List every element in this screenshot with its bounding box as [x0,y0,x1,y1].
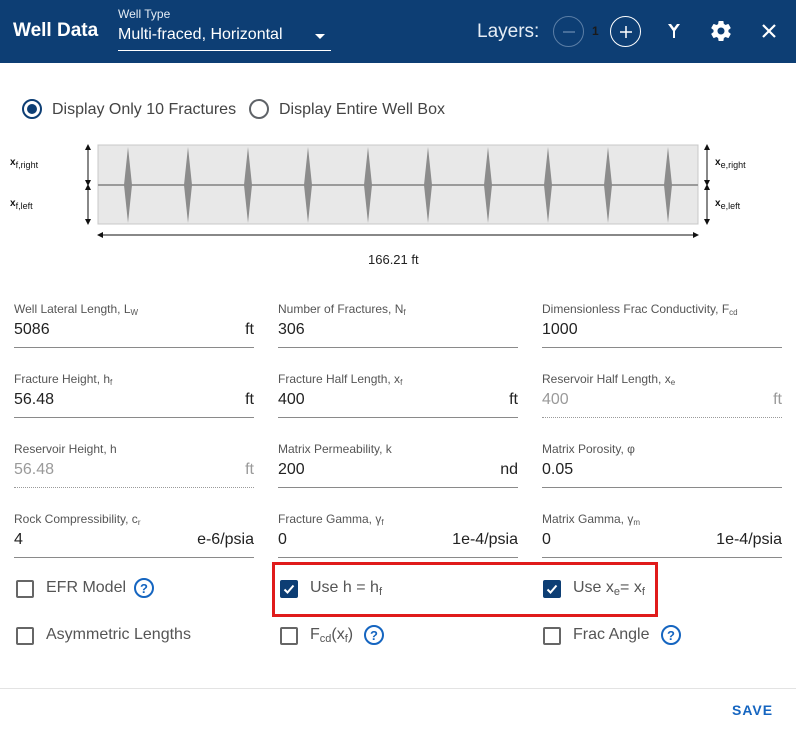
chevron-down-icon [315,34,325,39]
matrix-permeability-value[interactable]: 200 [278,461,305,479]
well-box-diagram: xf,right xf,left xe,right xe,left 166.21… [0,138,796,270]
fracture-height-value[interactable]: 56.48 [14,391,54,409]
rock-compressibility-value[interactable]: 4 [14,531,23,549]
well-lateral-length-value[interactable]: 5086 [14,321,50,339]
filter-icon[interactable] [662,19,686,43]
fracture-gamma-label: Fracture Gamma, γf [278,512,384,527]
matrix-porosity-value[interactable]: 0.05 [542,461,573,479]
frac-conductivity-field[interactable]: Dimensionless Frac Conductivity, Fcd 100… [542,302,782,350]
fracture-height-label: Fracture Height, hf [14,372,113,387]
matrix-permeability-unit: nd [500,461,518,478]
matrix-porosity-label: Matrix Porosity, φ [542,442,635,456]
matrix-permeability-field[interactable]: Matrix Permeability, k 200 nd [278,442,518,490]
minus-icon [563,31,575,33]
app-header: Well Data Well Type Multi-fraced, Horizo… [0,0,796,63]
rock-compressibility-unit: e-6/psia [197,531,254,548]
layers-count: 1 [592,24,599,38]
highlight-box [272,562,658,617]
asymmetric-lengths-checkbox[interactable] [16,627,34,645]
efr-model-checkbox[interactable] [16,580,34,598]
well-type-select[interactable]: Multi-fraced, Horizontal [118,24,331,51]
fracture-half-length-value[interactable]: 400 [278,391,305,409]
reservoir-half-length-label: Reservoir Half Length, xe [542,372,676,387]
number-of-fractures-field[interactable]: Number of Fractures, Nf 306 [278,302,518,350]
save-button[interactable]: SAVE [732,702,773,718]
reservoir-half-length-field: Reservoir Half Length, xe 400 ft [542,372,782,420]
efr-model-option[interactable]: EFR Model ? [16,578,166,602]
reservoir-height-unit: ft [245,461,254,478]
number-of-fractures-value[interactable]: 306 [278,321,305,339]
frac-conductivity-value[interactable]: 1000 [542,321,578,339]
frac-angle-option[interactable]: Frac Angle ? [543,625,683,649]
frac-angle-label: Frac Angle [573,626,650,643]
radio-display-entire-well[interactable] [249,99,269,119]
well-box-svg [85,144,710,238]
remove-layer-button[interactable] [553,16,584,47]
fcd-xf-checkbox[interactable] [280,627,298,645]
fracture-height-unit: ft [245,391,254,408]
fracture-half-length-label: Fracture Half Length, xf [278,372,403,387]
reservoir-height-label: Reservoir Height, h [14,442,117,456]
frac-conductivity-label: Dimensionless Frac Conductivity, Fcd [542,302,738,317]
display-10-fractures-label: Display Only 10 Fractures [52,101,237,118]
display-10-fractures-option[interactable]: Display Only 10 Fractures [22,99,252,123]
reservoir-height-field: Reservoir Height, h 56.48 ft [14,442,254,490]
efr-model-help-icon[interactable]: ? [134,578,154,598]
display-entire-well-label: Display Entire Well Box [279,101,445,118]
plus-icon [620,26,632,38]
frac-angle-help-icon[interactable]: ? [661,625,681,645]
matrix-gamma-unit: 1e-4/psia [716,531,782,548]
fcd-xf-label: Fcd(xf) [310,626,354,645]
matrix-gamma-value[interactable]: 0 [542,531,551,549]
dialog-title: Well Data [13,20,99,41]
number-of-fractures-label: Number of Fractures, Nf [278,302,406,317]
footer-divider [0,688,796,689]
fracture-gamma-field[interactable]: Fracture Gamma, γf 0 1e-4/psia [278,512,518,560]
reservoir-half-length-unit: ft [773,391,782,408]
asymmetric-lengths-option[interactable]: Asymmetric Lengths [16,625,206,649]
well-type-value: Multi-fraced, Horizontal [118,26,283,43]
matrix-porosity-field[interactable]: Matrix Porosity, φ 0.05 [542,442,782,490]
fracture-gamma-unit: 1e-4/psia [452,531,518,548]
well-lateral-length-label: Well Lateral Length, LW [14,302,139,317]
fcd-xf-help-icon[interactable]: ? [364,625,384,645]
well-lateral-length-unit: ft [245,321,254,338]
well-lateral-length-field[interactable]: Well Lateral Length, LW 5086 ft [14,302,254,350]
asymmetric-lengths-label: Asymmetric Lengths [46,626,191,643]
well-type-label: Well Type [118,7,171,21]
rock-compressibility-field[interactable]: Rock Compressibility, cr 4 e-6/psia [14,512,254,560]
rock-compressibility-label: Rock Compressibility, cr [14,512,141,527]
close-icon[interactable] [757,19,781,43]
fcd-xf-option[interactable]: Fcd(xf) ? [280,625,390,649]
fracture-gamma-value[interactable]: 0 [278,531,287,549]
fracture-half-length-unit: ft [509,391,518,408]
reservoir-height-value: 56.48 [14,461,55,478]
frac-angle-checkbox[interactable] [543,627,561,645]
box-width-label: 166.21 ft [368,252,419,267]
matrix-permeability-label: Matrix Permeability, k [278,442,392,456]
radio-display-10-fractures[interactable] [22,99,42,119]
reservoir-half-length-value: 400 [542,391,569,408]
fracture-half-length-field[interactable]: Fracture Half Length, xf 400 ft [278,372,518,420]
fracture-height-field[interactable]: Fracture Height, hf 56.48 ft [14,372,254,420]
add-layer-button[interactable] [610,16,641,47]
gear-icon[interactable] [709,19,733,43]
display-entire-well-option[interactable]: Display Entire Well Box [249,99,459,123]
matrix-gamma-field[interactable]: Matrix Gamma, γm 0 1e-4/psia [542,512,782,560]
efr-model-label: EFR Model [46,579,127,596]
matrix-gamma-label: Matrix Gamma, γm [542,512,641,527]
layers-label: Layers: [477,21,540,42]
